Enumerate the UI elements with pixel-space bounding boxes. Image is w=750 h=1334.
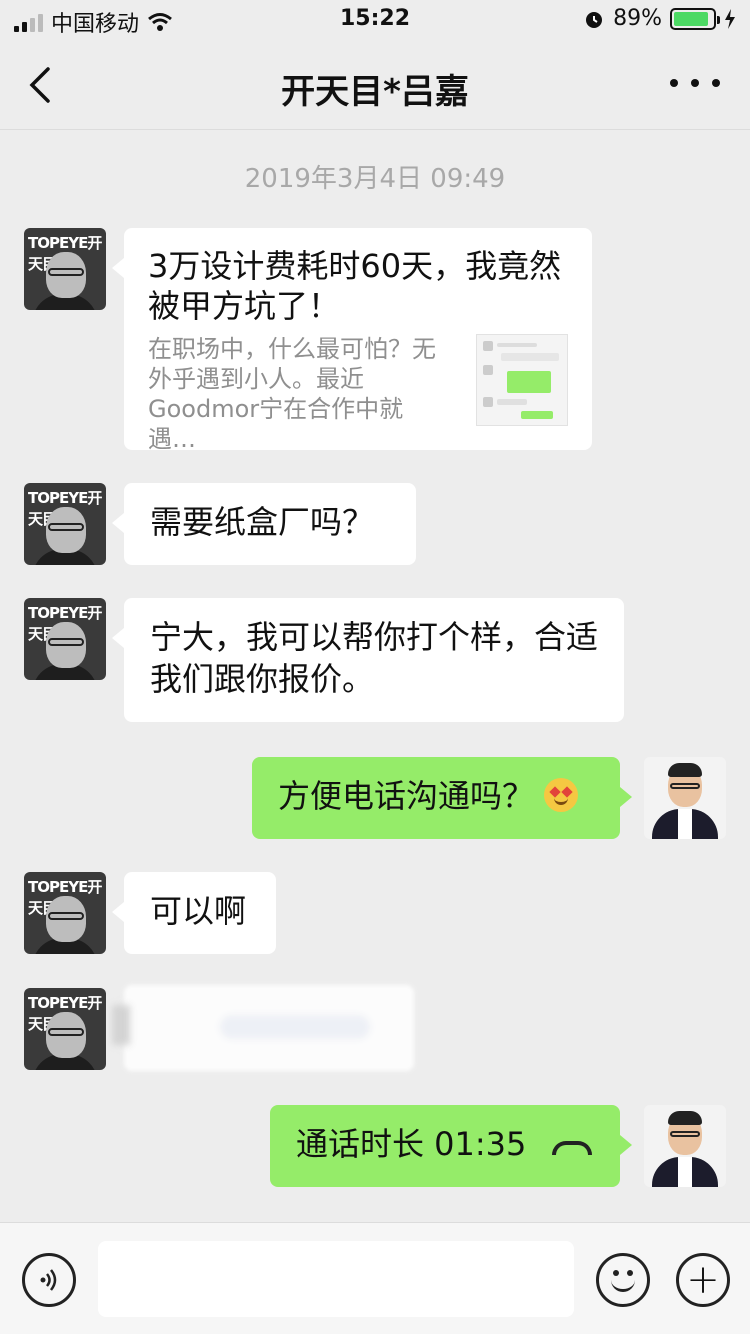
my-avatar[interactable] (644, 1105, 726, 1187)
message-bubble-outgoing[interactable]: 方便电话沟通吗？ (252, 757, 632, 839)
call-record-bubble[interactable]: 通话时长 01:35 (270, 1105, 632, 1187)
plus-button[interactable]: + (676, 1253, 730, 1307)
message-timestamp: 2019年3月4日 09:49 (244, 164, 506, 194)
voice-icon (40, 1269, 57, 1291)
plus-icon: + (686, 1257, 720, 1303)
my-avatar[interactable] (644, 757, 726, 839)
status-right: 89% (583, 6, 736, 31)
message-bubble-incoming[interactable]: 宁大，我可以帮你打个样，合适我们跟你报价。 (112, 598, 624, 722)
link-card-message[interactable]: 3万设计费耗时60天，我竟然被甲方坑了！ 在职场中，什么最可怕？无外乎遇到小人。… (112, 228, 592, 453)
chat-title: 开天目*吕嘉 (281, 72, 469, 112)
input-bar: + (0, 1222, 750, 1334)
alarm-icon (586, 11, 603, 28)
contact-avatar[interactable]: TOPEYE开天目 (24, 988, 106, 1070)
link-card-title: 3万设计费耗时60天，我竟然被甲方坑了！ (148, 247, 562, 325)
message-text: 需要纸盒厂吗？ (150, 503, 375, 541)
charging-icon (725, 8, 735, 29)
more-dots-icon (670, 79, 678, 87)
more-button[interactable] (670, 68, 720, 98)
message-text: 方便电话沟通吗？ (278, 777, 535, 815)
battery-fill (674, 11, 708, 26)
link-card-thumbnail (476, 334, 568, 426)
battery-percent: 89% (613, 6, 662, 31)
battery-icon (670, 7, 720, 30)
contact-avatar[interactable]: TOPEYE开天目 (24, 598, 106, 680)
link-card-description: 在职场中，什么最可怕？无外乎遇到小人。最近Goodmor宁在合作中就遇… (148, 335, 436, 453)
status-bar: 中国移动 15:22 89% (0, 0, 750, 40)
message-bubble-incoming[interactable]: 需要纸盒厂吗？ (112, 483, 416, 565)
star-eyes-emoji-icon (544, 778, 579, 812)
call-duration-text: 通话时长 01:35 (296, 1125, 527, 1163)
redacted-message[interactable] (112, 985, 414, 1071)
contact-avatar[interactable]: TOPEYE开天目 (24, 228, 106, 310)
contact-avatar[interactable]: TOPEYE开天目 (24, 872, 106, 954)
redacted-text (220, 1015, 370, 1039)
voice-button[interactable] (22, 1253, 76, 1307)
message-text: 宁大，我可以帮你打个样，合适我们跟你报价。 (150, 618, 599, 698)
contact-avatar[interactable]: TOPEYE开天目 (24, 483, 106, 565)
message-input[interactable] (98, 1241, 574, 1317)
nav-bar: 开天目*吕嘉 (0, 40, 750, 130)
phone-hangup-icon (552, 1141, 593, 1155)
emoji-button[interactable] (596, 1253, 650, 1307)
message-text: 可以啊 (150, 892, 247, 930)
message-bubble-incoming[interactable]: 可以啊 (112, 872, 276, 954)
